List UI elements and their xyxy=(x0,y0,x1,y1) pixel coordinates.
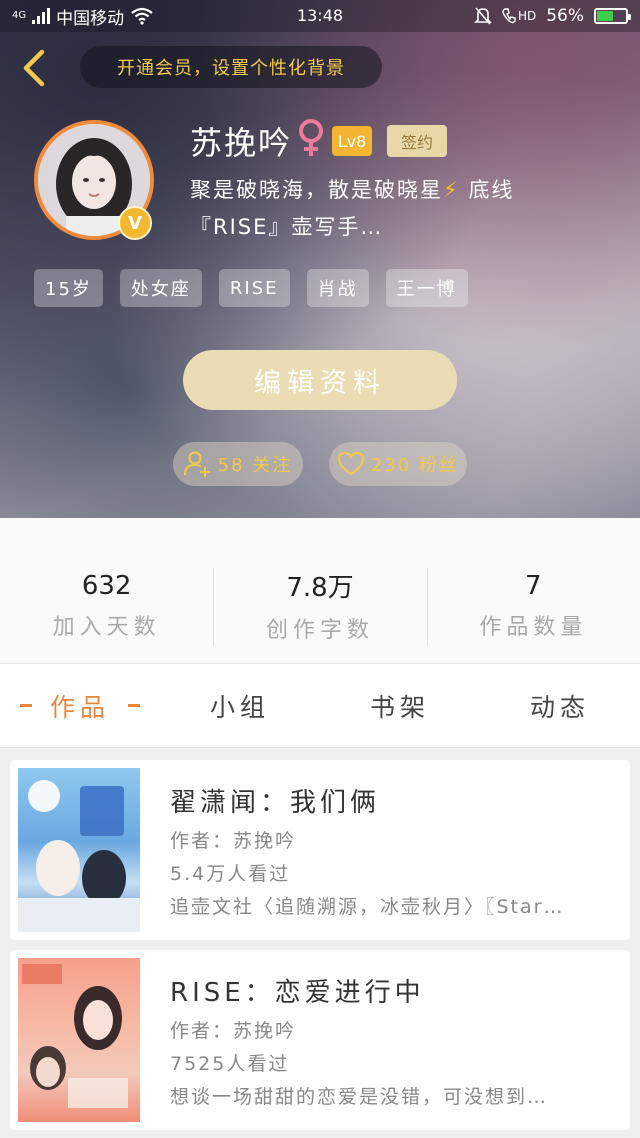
add-user-icon xyxy=(183,451,210,477)
cover-art xyxy=(22,964,128,1108)
status-bar: 4G 中国移动 13:48 HD 56% xyxy=(0,0,640,32)
tag-item[interactable]: 肖战 xyxy=(306,269,369,307)
signal-icon xyxy=(32,8,51,24)
work-card[interactable]: RISE：恋爱进行中 作者：苏挽吟 7525人看过 想谈一场甜甜的恋爱是没错，可… xyxy=(10,950,630,1130)
vip-verified-badge: V xyxy=(118,206,152,240)
work-description: 追壶文社〈追随溯源，冰壶秋月〉〖Star… xyxy=(170,896,565,918)
mute-bell-icon xyxy=(474,7,492,25)
tab-groups[interactable]: 小组 xyxy=(160,664,320,747)
phone-icon xyxy=(502,8,516,24)
tag-item[interactable]: RISE xyxy=(218,269,290,307)
book-cover xyxy=(18,958,140,1122)
chevron-left-icon xyxy=(23,49,45,87)
work-views: 7525人看过 xyxy=(170,1053,290,1075)
stat-value: 7 xyxy=(525,570,542,601)
tab-works[interactable]: 作品 xyxy=(0,664,160,747)
tag-item[interactable]: 处女座 xyxy=(119,269,202,307)
female-icon xyxy=(299,119,323,156)
cover-art xyxy=(18,780,140,932)
work-author: 作者：苏挽吟 xyxy=(170,830,297,852)
work-author: 作者：苏挽吟 xyxy=(170,1020,297,1042)
battery-icon xyxy=(594,8,631,24)
work-card[interactable]: 翟潇闻：我们俩 作者：苏挽吟 5.4万人看过 追壶文社〈追随溯源，冰壶秋月〉〖S… xyxy=(10,760,630,940)
tab-indicator xyxy=(128,704,140,707)
following-count: 58 关注 xyxy=(217,455,293,476)
tab-label: 作品 xyxy=(49,692,110,722)
tag-item[interactable]: 王一博 xyxy=(385,269,468,307)
stat-word-count: 7.8万 创作字数 xyxy=(213,518,426,663)
fans-count: 230 粉丝 xyxy=(370,455,460,476)
work-title: 翟潇闻：我们俩 xyxy=(170,788,381,818)
bio-line-2: 『RISE』壶写手… xyxy=(190,215,384,239)
fans-button[interactable]: 230 粉丝 xyxy=(329,442,467,486)
stat-value: 632 xyxy=(81,570,132,601)
username: 苏挽吟 xyxy=(190,124,293,162)
profile-header: 4G 中国移动 13:48 HD 56% 开通会员，设置个性化背景 V 苏挽吟 … xyxy=(0,0,640,518)
bio-line-1: 聚是破晓海，散是破晓星 xyxy=(190,178,443,202)
stat-days-joined: 632 加入天数 xyxy=(0,518,213,663)
level-badge: Lv8 xyxy=(332,126,372,156)
tab-bookshelf[interactable]: 书架 xyxy=(320,664,480,747)
tab-label: 小组 xyxy=(209,692,270,722)
stat-label: 作品数量 xyxy=(479,614,588,640)
tab-label: 动态 xyxy=(529,692,590,722)
carrier-name: 中国移动 xyxy=(56,8,125,29)
tab-activity[interactable]: 动态 xyxy=(480,664,640,747)
tab-label: 书架 xyxy=(369,692,430,722)
stat-label: 加入天数 xyxy=(52,614,161,640)
heart-icon xyxy=(337,451,364,476)
hd-label: HD xyxy=(517,9,537,23)
lightning-icon: ⚡ xyxy=(443,178,460,202)
following-button[interactable]: 58 关注 xyxy=(173,442,303,486)
wifi-icon xyxy=(131,7,153,25)
profile-bio: 聚是破晓海，散是破晓星⚡ 底线 『RISE』壶写手… xyxy=(190,172,610,246)
back-button[interactable] xyxy=(16,49,52,87)
work-views: 5.4万人看过 xyxy=(170,863,291,885)
edit-profile-button[interactable]: 编辑资料 xyxy=(183,350,457,410)
stats-row: 632 加入天数 7.8万 创作字数 7 作品数量 xyxy=(0,518,640,664)
tab-indicator xyxy=(19,704,32,707)
network-type: 4G xyxy=(12,10,27,21)
book-cover xyxy=(18,768,140,932)
stat-value: 7.8万 xyxy=(286,573,354,603)
profile-tags: 15岁 处女座 RISE 肖战 王一博 xyxy=(34,269,468,307)
work-description: 想谈一场甜甜的恋爱是没错，可没想到… xyxy=(170,1086,549,1108)
vip-banner[interactable]: 开通会员，设置个性化背景 xyxy=(80,46,382,88)
profile-tabs: 作品 小组 书架 动态 xyxy=(0,664,640,748)
battery-percent: 56% xyxy=(546,6,584,26)
work-title: RISE：恋爱进行中 xyxy=(170,978,425,1008)
stat-works-count: 7 作品数量 xyxy=(426,518,640,663)
signed-badge: 签约 xyxy=(387,125,447,157)
stat-label: 创作字数 xyxy=(265,618,374,643)
tag-item[interactable]: 15岁 xyxy=(34,269,103,307)
works-list: 翟潇闻：我们俩 作者：苏挽吟 5.4万人看过 追壶文社〈追随溯源，冰壶秋月〉〖S… xyxy=(0,748,640,1138)
bio-line-1-end: 底线 xyxy=(468,178,515,202)
